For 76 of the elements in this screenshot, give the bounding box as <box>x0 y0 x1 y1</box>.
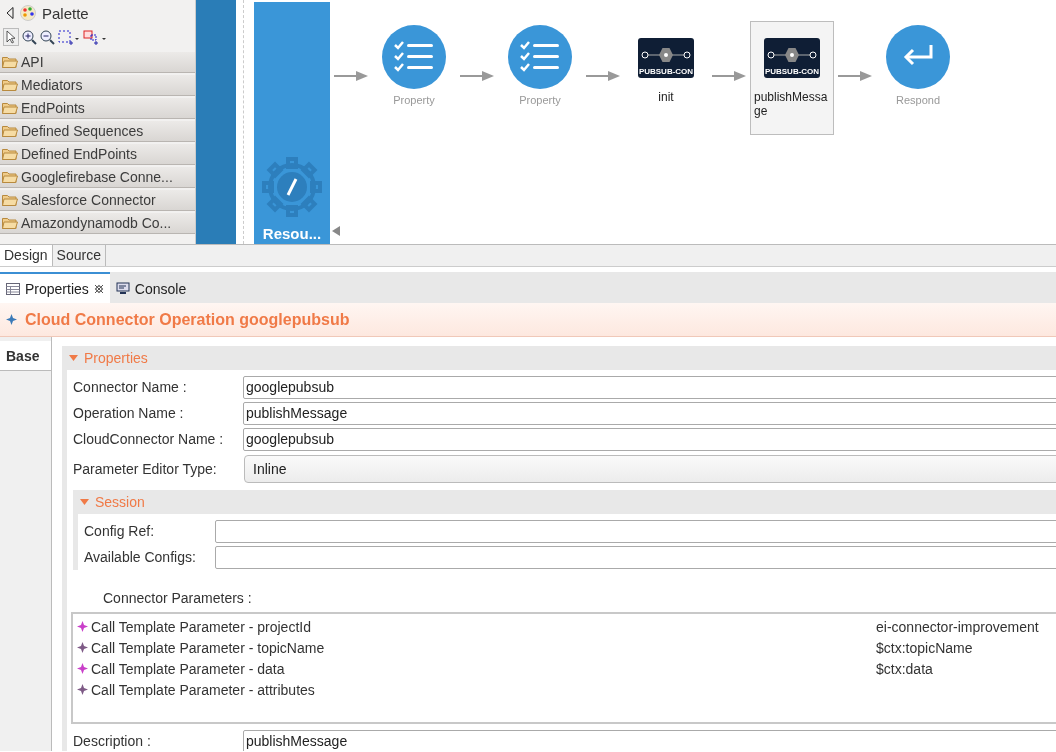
flow-arrow <box>586 71 620 81</box>
folder-icon <box>2 217 18 229</box>
connector-badge[interactable]: PUBSUB-CON <box>638 38 694 78</box>
palette-drawer[interactable]: API <box>0 52 195 73</box>
connector-badge[interactable]: PUBSUB-CON <box>764 38 820 78</box>
parameter-name[interactable]: Call Template Parameter - projectId <box>91 618 876 635</box>
table-icon <box>6 282 20 295</box>
side-tab[interactable]: Base <box>0 341 51 371</box>
palette-drawer[interactable]: Defined EndPoints <box>0 144 195 165</box>
palette-drawer[interactable]: Amazondynamodb Co... <box>0 213 195 234</box>
flow-node[interactable]: PUBSUB-CON publishMessage <box>750 21 834 135</box>
parameter-value: $ctx:topicName <box>876 639 973 656</box>
zoom-out-icon[interactable] <box>40 29 55 45</box>
text-field[interactable]: googlepubsub <box>243 427 1056 451</box>
parameter-value: ei-connector-improvement <box>876 618 1039 635</box>
operation-icon <box>6 314 17 325</box>
gear-icon <box>260 155 324 219</box>
parameter-name[interactable]: Call Template Parameter - topicName <box>91 639 876 656</box>
palette-drawer[interactable]: Salesforce Connector <box>0 190 195 211</box>
collapse-icon[interactable] <box>6 7 14 19</box>
folder-icon <box>2 125 18 137</box>
view-tab[interactable]: Console <box>109 272 193 303</box>
node-label: init <box>658 90 674 104</box>
parameters-label: Connector Parameters : <box>103 590 252 606</box>
editor-type-dropdown[interactable]: Inline <box>244 455 1056 483</box>
palette-title: Palette <box>42 4 89 22</box>
parameter-icon <box>77 621 88 632</box>
folder-icon <box>2 79 18 91</box>
resource-label: Resou... <box>262 225 322 242</box>
folder-icon <box>2 102 18 114</box>
flow-arrow <box>334 71 368 81</box>
parameter-name[interactable]: Call Template Parameter - data <box>91 660 876 677</box>
view-title: Cloud Connector Operation googlepubsub <box>25 310 350 329</box>
monitor-icon <box>115 282 130 295</box>
parameter-icon <box>77 663 88 674</box>
field-label: Available Configs: <box>84 549 197 565</box>
editor-tab[interactable]: Design <box>0 245 53 266</box>
close-icon[interactable] <box>93 283 104 294</box>
text-field[interactable]: publishMessage <box>243 729 1056 751</box>
parameter-value: $ctx:data <box>876 660 933 677</box>
pointer-tool-icon[interactable] <box>3 28 19 46</box>
folder-icon <box>2 56 18 68</box>
marquee-tool-icon[interactable] <box>58 29 80 45</box>
field-label: Connector Name : <box>73 379 188 395</box>
field-label: CloudConnector Name : <box>73 431 225 447</box>
left-arrow-icon <box>332 226 340 236</box>
view-tab[interactable]: Properties <box>0 272 110 303</box>
field-label: Operation Name : <box>73 405 185 421</box>
folder-icon <box>2 194 18 206</box>
palette-drawer[interactable]: Defined Sequences <box>0 121 195 142</box>
parameter-name[interactable]: Call Template Parameter - attributes <box>91 681 876 698</box>
flow-arrow <box>712 71 746 81</box>
text-field[interactable] <box>215 519 1056 543</box>
flow-node[interactable]: PUBSUB-CON init <box>624 21 708 135</box>
parameter-icon <box>77 684 88 695</box>
palette-drawer[interactable]: Googlefirebase Conne... <box>0 167 195 188</box>
folder-icon <box>2 148 18 160</box>
flow-arrow <box>838 71 872 81</box>
node-label: Property <box>519 93 561 107</box>
field-label: Description : <box>73 733 152 749</box>
palette-icon <box>20 5 36 21</box>
text-field[interactable]: publishMessage <box>243 401 1056 425</box>
flow-arrow <box>460 71 494 81</box>
parameter-icon <box>77 642 88 653</box>
palette-drawer[interactable]: Mediators <box>0 75 195 96</box>
connection-tool-icon[interactable] <box>83 29 107 45</box>
field-label: Config Ref: <box>84 523 156 539</box>
node-label: Property <box>393 93 435 107</box>
folder-icon <box>2 171 18 183</box>
palette-drawer[interactable]: EndPoints <box>0 98 195 119</box>
node-label: publishMessage <box>754 90 829 118</box>
text-field[interactable]: googlepubsub <box>243 375 1056 399</box>
field-label: Parameter Editor Type: <box>73 461 218 477</box>
node-label: Respond <box>895 93 940 107</box>
text-field[interactable] <box>215 545 1056 569</box>
zoom-in-icon[interactable] <box>22 29 37 45</box>
